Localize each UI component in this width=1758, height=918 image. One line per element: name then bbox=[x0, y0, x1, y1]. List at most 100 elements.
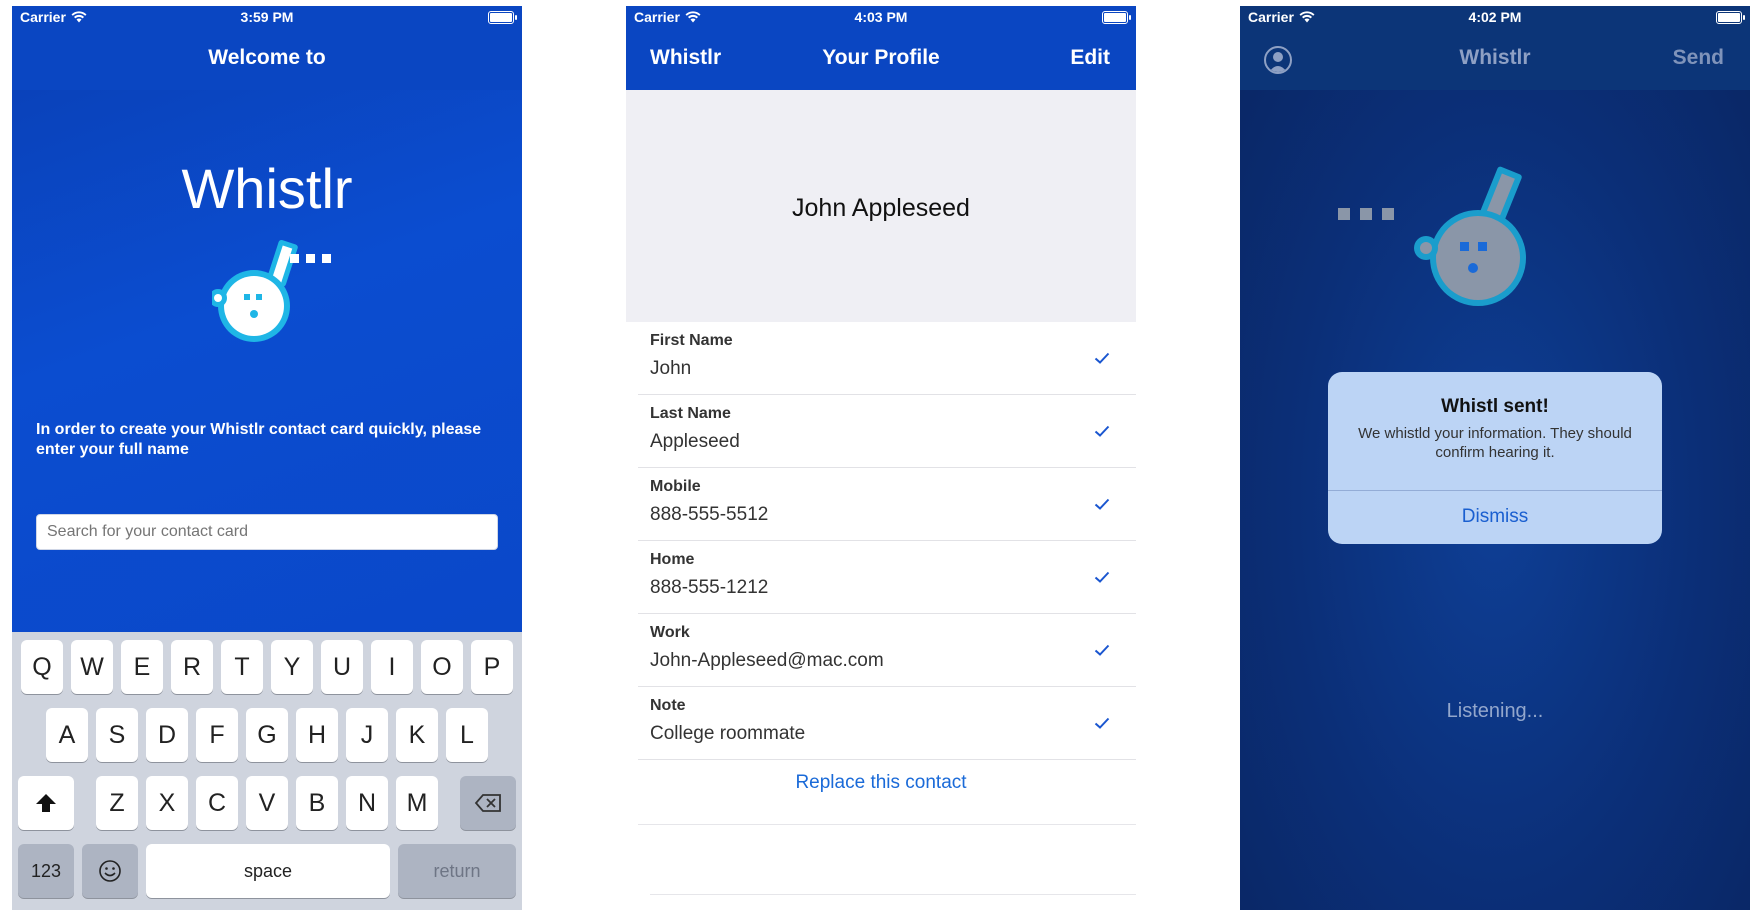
keyboard-row-1: QWERTYUIOP bbox=[12, 640, 522, 694]
key[interactable]: B bbox=[296, 776, 338, 830]
status-bar: Carrier 3:59 PM bbox=[12, 6, 522, 28]
key[interactable]: I bbox=[371, 640, 413, 694]
key[interactable]: X bbox=[146, 776, 188, 830]
checkmark-icon bbox=[1094, 640, 1110, 661]
keyboard-row-2: ASDFGHJKL bbox=[12, 708, 522, 762]
key[interactable]: L bbox=[446, 708, 488, 762]
nav-bar: Whistlr Your Profile Edit bbox=[626, 28, 1136, 90]
key[interactable]: Z bbox=[96, 776, 138, 830]
checkmark-icon bbox=[1094, 567, 1110, 588]
field-label: Home bbox=[650, 551, 695, 568]
key[interactable]: O bbox=[421, 640, 463, 694]
replace-contact-button[interactable]: Replace this contact bbox=[626, 772, 1136, 794]
status-time: 4:03 PM bbox=[854, 9, 908, 25]
checkmark-icon bbox=[1094, 494, 1110, 515]
profile-screen: Carrier 4:03 PM Whistlr Your Profile Edi… bbox=[626, 6, 1136, 910]
key[interactable]: P bbox=[471, 640, 513, 694]
key[interactable]: E bbox=[121, 640, 163, 694]
backspace-key[interactable] bbox=[460, 776, 516, 830]
profile-fields-list: First Name John Last Name Appleseed Mobile 88… bbox=[626, 322, 1136, 760]
nav-title: Welcome to bbox=[208, 46, 326, 69]
key[interactable]: V bbox=[246, 776, 288, 830]
key[interactable]: D bbox=[146, 708, 188, 762]
field-value: Appleseed bbox=[650, 431, 740, 452]
checkmark-icon bbox=[1094, 348, 1110, 369]
numbers-key[interactable]: 123 bbox=[18, 844, 74, 898]
status-bar: Carrier 4:03 PM bbox=[626, 6, 1136, 28]
status-bar: Carrier 4:02 PM bbox=[1240, 6, 1750, 28]
contact-search-input[interactable] bbox=[36, 514, 498, 550]
key[interactable]: G bbox=[246, 708, 288, 762]
field-label: First Name bbox=[650, 332, 733, 349]
key[interactable]: U bbox=[321, 640, 363, 694]
field-value: 888-555-1212 bbox=[650, 577, 769, 598]
key[interactable]: M bbox=[396, 776, 438, 830]
field-label: Note bbox=[650, 697, 686, 714]
whistl-sent-alert: Whistl sent! We whistld your information… bbox=[1328, 372, 1662, 544]
key[interactable]: Q bbox=[21, 640, 63, 694]
field-value: John-Appleseed@mac.com bbox=[650, 650, 884, 671]
nav-title: Your Profile bbox=[822, 46, 940, 69]
return-key[interactable]: return bbox=[398, 844, 516, 898]
checkmark-icon bbox=[1094, 421, 1110, 442]
field-value: John bbox=[650, 358, 692, 379]
profile-field-row[interactable]: Home 888-555-1212 bbox=[638, 541, 1136, 614]
status-time: 4:02 PM bbox=[1468, 9, 1522, 25]
key[interactable]: C bbox=[196, 776, 238, 830]
key[interactable]: A bbox=[46, 708, 88, 762]
dismiss-button[interactable]: Dismiss bbox=[1328, 490, 1662, 544]
key[interactable]: S bbox=[96, 708, 138, 762]
space-key[interactable]: space bbox=[146, 844, 390, 898]
keyboard-row-4: 123 space return bbox=[12, 844, 522, 898]
shift-key[interactable] bbox=[18, 776, 74, 830]
profile-field-row[interactable]: Note College roommate bbox=[638, 687, 1136, 760]
emoji-key[interactable] bbox=[82, 844, 138, 898]
key[interactable]: N bbox=[346, 776, 388, 830]
field-label: Mobile bbox=[650, 478, 701, 495]
keyboard-spacer bbox=[446, 776, 452, 830]
welcome-screen: Carrier 3:59 PM Welcome to Whistlr In or… bbox=[12, 6, 522, 910]
alert-message: We whistld your information. They should… bbox=[1358, 425, 1632, 461]
listening-status: Listening... bbox=[1446, 700, 1544, 722]
checkmark-icon bbox=[1094, 713, 1110, 734]
profile-field-row[interactable]: First Name John bbox=[638, 322, 1136, 395]
alert-title: Whistl sent! bbox=[1441, 396, 1549, 417]
battery-icon bbox=[1716, 11, 1745, 24]
whistle-mascot-icon bbox=[1338, 166, 1526, 306]
backspace-icon bbox=[474, 794, 501, 812]
key[interactable]: J bbox=[346, 708, 388, 762]
field-label: Last Name bbox=[650, 405, 731, 422]
brand-title: Whistlr bbox=[181, 157, 353, 220]
shift-arrow-icon bbox=[36, 794, 56, 812]
nav-bar: Welcome to bbox=[12, 28, 522, 90]
key[interactable]: T bbox=[221, 640, 263, 694]
keyboard: QWERTYUIOP ASDFGHJKL ZXCVBNM 123 space r… bbox=[12, 632, 522, 910]
battery-icon bbox=[488, 11, 517, 24]
key[interactable]: W bbox=[71, 640, 113, 694]
key[interactable]: F bbox=[196, 708, 238, 762]
field-value: 888-555-5512 bbox=[650, 504, 769, 525]
whistle-mascot-icon bbox=[212, 239, 331, 342]
emoji-icon bbox=[99, 860, 121, 882]
divider bbox=[650, 894, 1136, 895]
edit-button[interactable]: Edit bbox=[1070, 46, 1110, 70]
key[interactable]: H bbox=[296, 708, 338, 762]
nav-bar: Whistlr Send bbox=[1240, 28, 1750, 90]
keyboard-row-3: ZXCVBNM bbox=[12, 776, 522, 830]
keyboard-spacer bbox=[82, 776, 88, 830]
profile-field-row[interactable]: Work John-Appleseed@mac.com bbox=[638, 614, 1136, 687]
key[interactable]: K bbox=[396, 708, 438, 762]
key[interactable]: Y bbox=[271, 640, 313, 694]
profile-name: John Appleseed bbox=[792, 194, 970, 222]
status-time: 3:59 PM bbox=[240, 9, 294, 25]
instruction-text: In order to create your Whistlr contact … bbox=[36, 421, 482, 458]
profile-field-row[interactable]: Mobile 888-555-5512 bbox=[638, 468, 1136, 541]
battery-icon bbox=[1102, 11, 1131, 24]
profile-field-row[interactable]: Last Name Appleseed bbox=[638, 395, 1136, 468]
field-label: Work bbox=[650, 624, 690, 641]
keyboard-letter-group: ZXCVBNM bbox=[96, 776, 438, 830]
key[interactable]: R bbox=[171, 640, 213, 694]
divider bbox=[638, 824, 1136, 825]
listening-screen: Carrier 4:02 PM Whistlr Send Whistl sent… bbox=[1240, 6, 1750, 910]
send-button[interactable]: Send bbox=[1673, 46, 1724, 70]
